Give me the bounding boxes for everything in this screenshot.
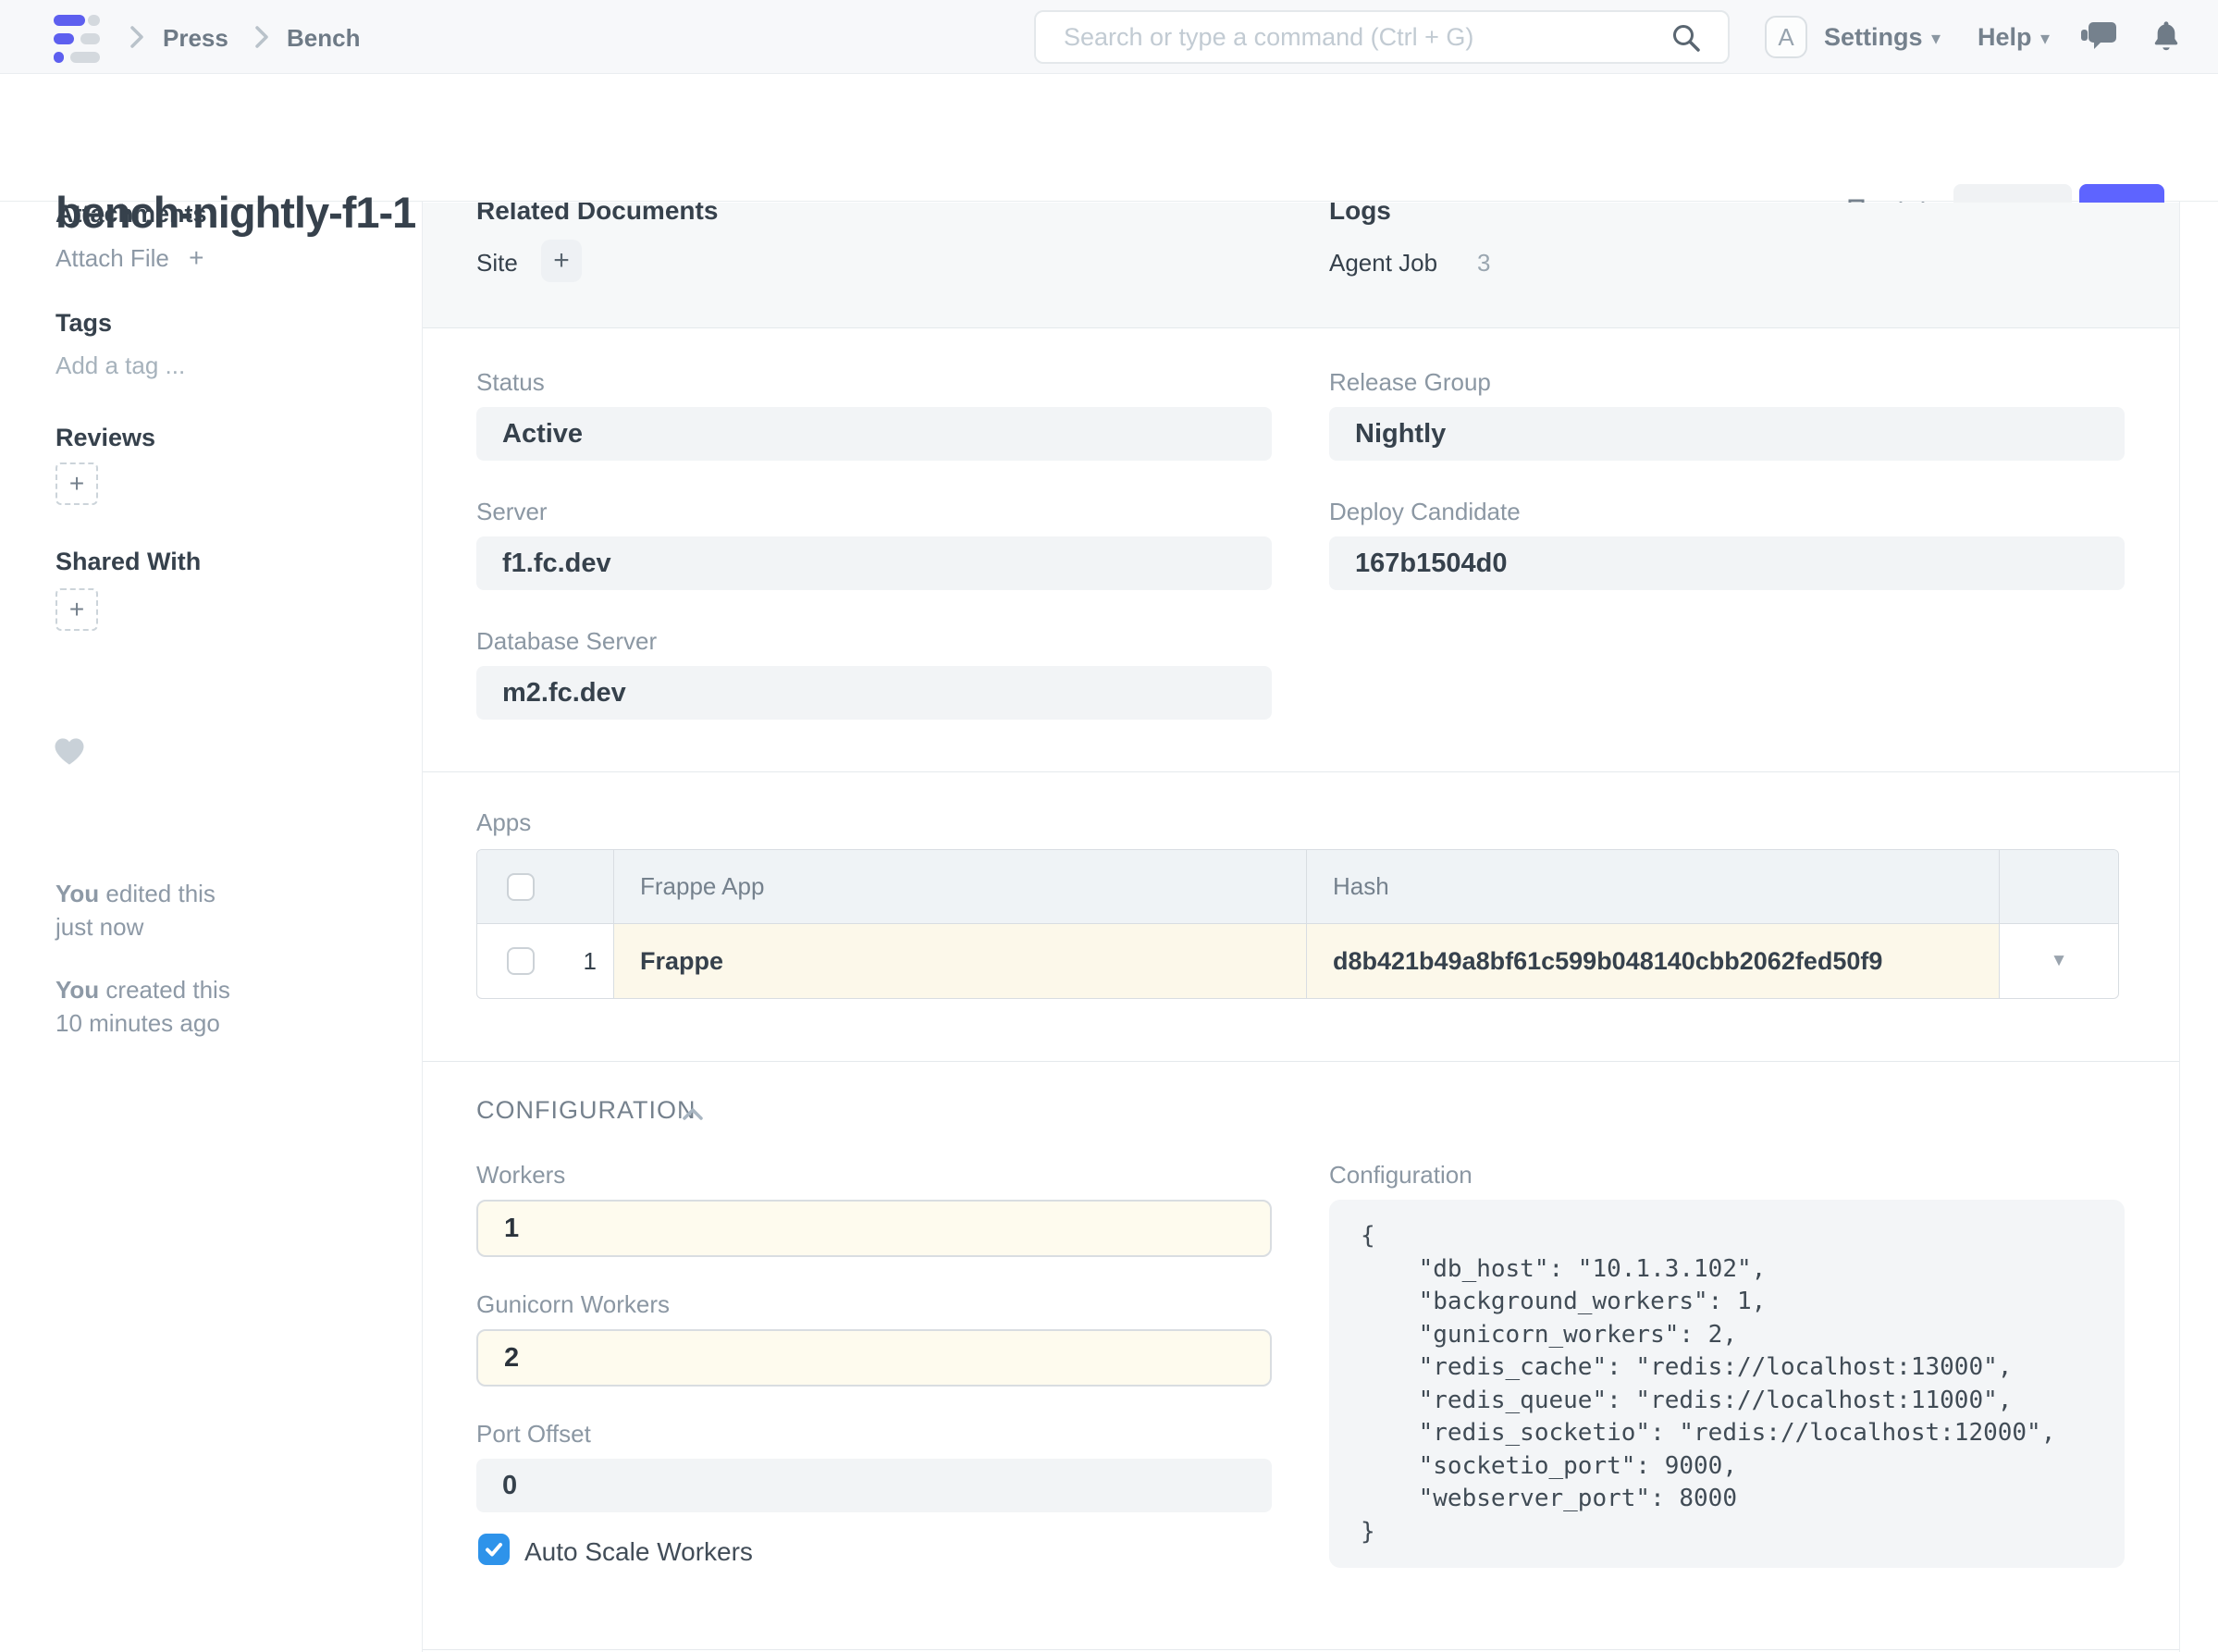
server-label: Server xyxy=(476,498,548,526)
tags-heading: Tags xyxy=(55,309,112,338)
add-site-button[interactable]: + xyxy=(541,240,582,282)
status-label: Status xyxy=(476,368,545,397)
section-divider xyxy=(423,771,2179,772)
deploy-candidate-field[interactable]: 167b1504d0 xyxy=(1329,536,2125,590)
deploy-candidate-label: Deploy Candidate xyxy=(1329,498,1521,526)
section-divider xyxy=(423,1649,2179,1650)
breadcrumb-chevron-icon xyxy=(129,25,145,54)
timeline-when: just now xyxy=(55,913,143,941)
breadcrumb-press[interactable]: Press xyxy=(163,24,228,53)
agent-job-link[interactable]: Agent Job xyxy=(1329,249,1437,277)
breadcrumb-bench[interactable]: Bench xyxy=(287,24,360,53)
chevron-down-icon: ▾ xyxy=(1931,27,1941,50)
row-checkbox[interactable] xyxy=(507,947,535,975)
search-input[interactable] xyxy=(1034,10,1730,64)
release-group-label: Release Group xyxy=(1329,368,1491,397)
workers-label: Workers xyxy=(476,1161,565,1190)
related-site-link[interactable]: Site xyxy=(476,249,518,277)
timeline-action: edited this xyxy=(99,880,216,907)
apps-grid: Frappe App Hash 1 Frappe d8b421b49a8bf61… xyxy=(476,849,2119,999)
agent-job-count: 3 xyxy=(1477,249,1490,277)
app-logo-icon[interactable] xyxy=(54,15,100,61)
configuration-json-block: { "db_host": "10.1.3.102", "background_w… xyxy=(1329,1200,2125,1568)
auto-scale-workers-checkbox[interactable] xyxy=(478,1534,510,1565)
section-divider xyxy=(423,1061,2179,1062)
search-icon[interactable] xyxy=(1670,22,1702,58)
help-menu[interactable]: Help xyxy=(1978,23,2032,52)
plus-icon: + xyxy=(69,469,84,499)
row-expand-caret-icon[interactable]: ▼ xyxy=(2051,951,2068,971)
timeline-user: You xyxy=(55,976,99,1004)
column-header-frappe-app: Frappe App xyxy=(640,872,764,901)
configuration-json-text: { "db_host": "10.1.3.102", "background_w… xyxy=(1361,1220,2093,1548)
gunicorn-workers-input[interactable] xyxy=(476,1329,1272,1387)
page-head: bench-nightly-f1-1 Active Menu ▾ Save xyxy=(0,74,2218,202)
timeline-edited: You edited this just now xyxy=(55,877,370,943)
avatar-initial: A xyxy=(1778,23,1793,52)
timeline-when: 10 minutes ago xyxy=(55,1009,220,1037)
sidebar-divider xyxy=(422,202,423,1652)
hash-cell[interactable]: d8b421b49a8bf61c599b048140cbb2062fed50f9 xyxy=(1307,924,2000,998)
server-field[interactable]: f1.fc.dev xyxy=(476,536,1272,590)
chevron-up-icon[interactable] xyxy=(682,1106,704,1126)
auto-scale-workers-label: Auto Scale Workers xyxy=(524,1537,753,1567)
frappe-app-value: Frappe xyxy=(640,947,723,976)
attach-file-button[interactable]: Attach File + xyxy=(55,243,203,273)
avatar[interactable]: A xyxy=(1765,16,1807,58)
check-icon xyxy=(483,1538,505,1560)
attachments-heading: Attachments xyxy=(55,200,207,228)
timeline-created: You created this 10 minutes ago xyxy=(55,973,370,1040)
database-server-field[interactable]: m2.fc.dev xyxy=(476,666,1272,720)
logs-heading: Logs xyxy=(1329,203,1391,226)
port-offset-label: Port Offset xyxy=(476,1420,591,1449)
configuration-section-toggle[interactable]: CONFIGURATION xyxy=(476,1096,696,1125)
like-heart-icon[interactable] xyxy=(54,737,85,771)
form-dashboard: Related Documents Site + Logs Agent Job … xyxy=(423,203,2179,328)
settings-menu[interactable]: Settings xyxy=(1824,23,1923,52)
navbar: Press Bench A Settings ▾ Help ▾ xyxy=(0,0,2218,74)
database-server-label: Database Server xyxy=(476,627,657,656)
attach-file-label: Attach File xyxy=(55,244,169,272)
apps-section-label: Apps xyxy=(476,808,531,837)
plus-icon: + xyxy=(189,243,203,272)
reviews-heading: Reviews xyxy=(55,424,155,452)
content-right-divider xyxy=(2179,202,2180,1652)
add-share-button[interactable]: + xyxy=(55,588,98,631)
timeline-action: created this xyxy=(99,976,230,1004)
gunicorn-workers-label: Gunicorn Workers xyxy=(476,1290,670,1319)
plus-icon: + xyxy=(69,595,84,624)
release-group-field[interactable]: Nightly xyxy=(1329,407,2125,461)
timeline-user: You xyxy=(55,880,99,907)
add-tag-input[interactable]: Add a tag ... xyxy=(55,351,185,380)
hash-value: d8b421b49a8bf61c599b048140cbb2062fed50f9 xyxy=(1333,947,1882,976)
port-offset-field[interactable]: 0 xyxy=(476,1459,1272,1512)
bell-icon[interactable] xyxy=(2151,19,2181,59)
select-all-checkbox[interactable] xyxy=(507,873,535,901)
frappe-app-cell[interactable]: Frappe xyxy=(614,924,1307,998)
row-index: 1 xyxy=(584,947,597,976)
workers-input[interactable] xyxy=(476,1200,1272,1257)
status-field[interactable]: Active xyxy=(476,407,1272,461)
table-row: 1 Frappe d8b421b49a8bf61c599b048140cbb20… xyxy=(477,924,2118,998)
bench-form-page: Press Bench A Settings ▾ Help ▾ bench-ni… xyxy=(0,0,2218,1652)
column-header-hash: Hash xyxy=(1333,872,1389,901)
shared-with-heading: Shared With xyxy=(55,548,201,576)
chat-icon[interactable] xyxy=(2081,22,2116,56)
chevron-down-icon: ▾ xyxy=(2040,27,2050,50)
configuration-json-label: Configuration xyxy=(1329,1161,1473,1190)
apps-grid-header: Frappe App Hash xyxy=(477,850,2118,924)
add-review-button[interactable]: + xyxy=(55,462,98,505)
breadcrumb-chevron-icon xyxy=(253,25,270,54)
related-documents-heading: Related Documents xyxy=(476,203,718,226)
